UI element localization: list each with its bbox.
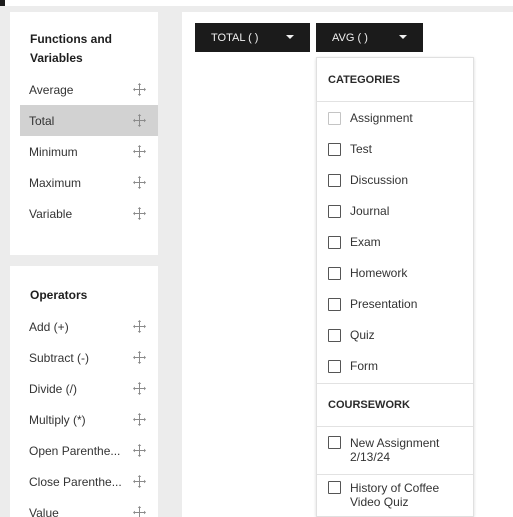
category-label: Presentation (350, 297, 418, 311)
checkbox[interactable] (328, 173, 341, 187)
category-checkbox-item[interactable]: Test (328, 142, 372, 156)
move-icon[interactable] (133, 207, 146, 220)
panel-item-label: Average (29, 82, 74, 97)
caret-down-icon (286, 35, 294, 39)
panel-item-label: Value (29, 505, 59, 517)
functions-panel: Functions and Variables Average Total Mini… (10, 12, 158, 255)
panel-item-label: Divide (/) (29, 381, 78, 396)
avg-function-button[interactable]: AVG ( ) (316, 23, 423, 52)
panel-item-label: Close Parenthe... (29, 474, 122, 489)
functions-panel-title: Functions and Variables (30, 32, 112, 65)
panel-item[interactable]: Maximum (20, 167, 158, 198)
category-label: Form (350, 359, 378, 373)
panel-item[interactable]: Open Parenthe... (20, 435, 158, 466)
divider (317, 474, 473, 475)
categories-heading: CATEGORIES (317, 58, 473, 102)
category-label: Exam (350, 235, 381, 249)
caret-down-icon (399, 35, 407, 39)
panel-item-label: Total (29, 113, 55, 128)
category-checkbox-item[interactable]: Journal (328, 204, 389, 218)
category-checkbox-item[interactable]: Form (328, 359, 378, 373)
category-label: Journal (350, 204, 390, 218)
coursework-label: History of Coffee Video Quiz (350, 481, 440, 509)
checkbox[interactable] (328, 297, 341, 311)
coursework-checkbox-item[interactable]: History of Coffee Video Quiz (328, 481, 450, 509)
checkbox[interactable] (328, 328, 341, 342)
category-checkbox-item[interactable]: Quiz (328, 328, 375, 342)
checkbox[interactable] (328, 481, 341, 494)
category-label: Discussion (350, 173, 409, 187)
category-checkbox-item[interactable]: Discussion (328, 173, 408, 187)
checkbox[interactable] (328, 235, 341, 249)
category-label: Test (350, 142, 373, 156)
panel-item-label: Subtract (-) (29, 350, 90, 365)
move-icon[interactable] (133, 475, 146, 488)
checkbox[interactable] (328, 359, 341, 373)
panel-item[interactable]: Divide (/) (20, 373, 158, 404)
category-label: Homework (350, 266, 408, 280)
move-icon[interactable] (133, 444, 146, 457)
panel-item[interactable]: Total (20, 105, 158, 136)
top-edge (0, 0, 513, 6)
panel-item-label: Add (+) (29, 319, 69, 334)
move-icon[interactable] (133, 351, 146, 364)
panel-item[interactable]: Add (+) (20, 311, 158, 342)
panel-item[interactable]: Variable (20, 198, 158, 229)
total-function-button[interactable]: TOTAL ( ) (195, 23, 310, 52)
coursework-label: New Assignment 2/13/24 (350, 436, 440, 464)
move-icon[interactable] (133, 506, 146, 517)
panel-item[interactable]: Close Parenthe... (20, 466, 158, 497)
checkbox[interactable] (328, 204, 341, 218)
panel-item-label: Maximum (29, 175, 82, 190)
operators-panel-title: Operators (30, 288, 88, 302)
category-checkbox-item[interactable]: Presentation (328, 297, 417, 311)
panel-item[interactable]: Average (20, 74, 158, 105)
move-icon[interactable] (133, 83, 146, 96)
checkbox[interactable] (328, 142, 341, 156)
panel-item[interactable]: Value (20, 497, 158, 517)
move-icon[interactable] (133, 413, 146, 426)
category-checkbox-item[interactable]: Homework (328, 266, 407, 280)
move-icon[interactable] (133, 320, 146, 333)
panel-item-label: Variable (29, 206, 73, 221)
panel-item[interactable]: Subtract (-) (20, 342, 158, 373)
category-label: Assignment (350, 111, 413, 125)
category-label: Quiz (350, 328, 375, 342)
total-button-label: TOTAL ( ) (211, 31, 259, 44)
avg-button-label: AVG ( ) (332, 31, 368, 44)
checkbox[interactable] (328, 436, 341, 449)
panel-item-label: Multiply (*) (29, 412, 86, 427)
move-icon[interactable] (133, 382, 146, 395)
checkbox[interactable] (328, 266, 341, 280)
coursework-checkbox-item[interactable]: New Assignment 2/13/24 (328, 436, 450, 464)
panel-item[interactable]: Minimum (20, 136, 158, 167)
panel-item-label: Open Parenthe... (29, 443, 121, 458)
move-icon[interactable] (133, 176, 146, 189)
category-checkbox-item[interactable]: Assignment (328, 111, 413, 125)
operators-panel: Operators Add (+) Subtract (-) Divide (/) M… (10, 266, 158, 517)
move-icon[interactable] (133, 145, 146, 158)
panel-item-label: Minimum (29, 144, 78, 159)
category-checkbox-item[interactable]: Exam (328, 235, 381, 249)
panel-item[interactable]: Multiply (*) (20, 404, 158, 435)
coursework-heading: COURSEWORK (317, 383, 473, 427)
move-icon[interactable] (133, 114, 146, 127)
avg-dropdown-menu: CATEGORIES COURSEWORK Assignment Test Disc… (316, 57, 474, 517)
edge-mark (0, 0, 5, 6)
checkbox[interactable] (328, 111, 341, 125)
